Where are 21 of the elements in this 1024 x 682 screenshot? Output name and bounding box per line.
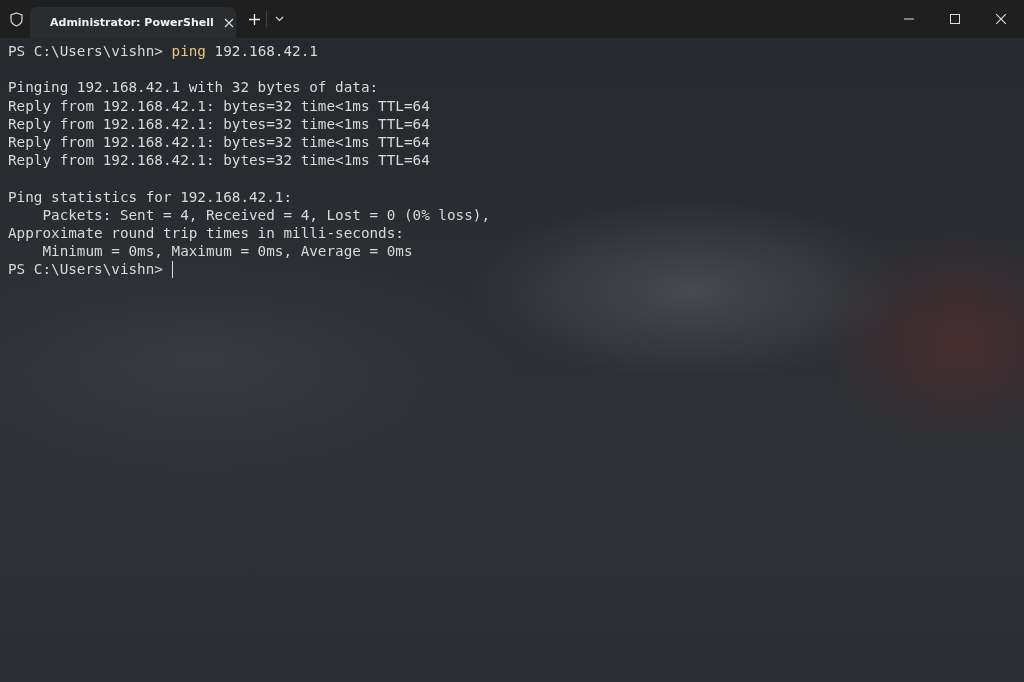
output-line: Reply from 192.168.42.1: bytes=32 time<1ms TTL=64	[8, 151, 430, 170]
close-icon	[223, 17, 234, 28]
output-line: Minimum = 0ms, Maximum = 0ms, Average = 0ms	[41, 242, 413, 261]
output-line: Reply from 192.168.42.1: bytes=32 time<1ms TTL=64	[8, 132, 430, 152]
maximize-icon	[950, 14, 960, 24]
close-icon	[996, 14, 1006, 24]
output-line: Ping statistics for 192.168.42.1:	[8, 187, 293, 206]
prompt-text: PS C:\Users\vishn>	[8, 260, 163, 279]
command-argument: 192.168.42.1	[214, 42, 318, 61]
output-line: Reply from 192.168.42.1: bytes=32 time<1ms TTL=64	[8, 96, 430, 115]
output-line: Approximate round trip times in milli-seconds:	[8, 223, 404, 243]
minimize-icon	[904, 18, 914, 20]
chevron-down-icon	[274, 16, 284, 22]
output-line: Packets: Sent = 4, Received = 4, Lost = 0 (0% loss),	[41, 205, 491, 224]
shield-icon	[9, 11, 23, 27]
output-line: Pinging 192.168.42.1 with 32 bytes of data:	[8, 78, 379, 97]
tab[interactable]: Administrator: PowerShell	[30, 7, 236, 38]
prompt-text: PS C:\Users\vishn>	[8, 42, 163, 61]
command-text: ping	[171, 42, 206, 61]
plus-icon	[248, 13, 260, 25]
output-line: Reply from 192.168.42.1: bytes=32 time<1ms TTL=64	[8, 114, 430, 133]
